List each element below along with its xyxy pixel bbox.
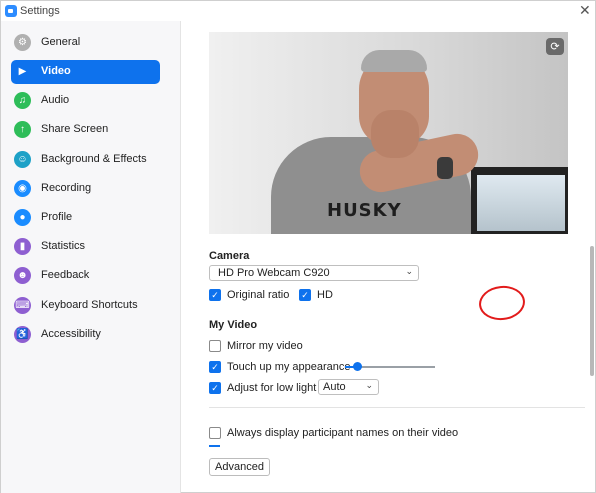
sidebar-item-label: Recording bbox=[41, 182, 92, 194]
hd-checkbox[interactable]: ✓ bbox=[299, 289, 311, 301]
settings-sidebar: ⚙ General ▶ Video ♫ Audio ↑ Share Screen ☺ Backgr… bbox=[1, 21, 181, 493]
sidebar-item-label: Audio bbox=[41, 94, 70, 106]
close-icon[interactable]: ✕ bbox=[579, 2, 591, 19]
sidebar-item-label: Background & Effects bbox=[41, 153, 147, 165]
sidebar-item-label: Profile bbox=[41, 211, 73, 223]
annotation-circle bbox=[477, 283, 527, 323]
monitor-screen bbox=[477, 175, 565, 231]
original-ratio-checkbox[interactable]: ✓ bbox=[209, 289, 221, 301]
touch-up-slider[interactable] bbox=[345, 362, 435, 371]
advanced-button[interactable]: Advanced bbox=[209, 458, 270, 476]
sidebar-item-label: Video bbox=[41, 65, 71, 77]
headphones-icon: ♫ bbox=[14, 92, 31, 109]
sidebar-item-accessibility[interactable]: ♿ Accessibility bbox=[11, 323, 160, 347]
touch-up-checkbox[interactable]: ✓ bbox=[209, 361, 221, 373]
low-light-mode-select[interactable]: Auto ⌄ bbox=[318, 379, 379, 395]
sidebar-item-profile[interactable]: ● Profile bbox=[11, 206, 160, 230]
camera-preview: HUSKY ⟳ bbox=[209, 32, 568, 234]
chevron-down-icon: ⌄ bbox=[405, 266, 413, 276]
record-icon: ◉ bbox=[14, 180, 31, 197]
original-ratio-label: Original ratio bbox=[227, 289, 290, 301]
scrollbar-thumb[interactable] bbox=[590, 246, 594, 376]
accessibility-icon: ♿ bbox=[14, 326, 31, 343]
participant-names-checkbox[interactable] bbox=[209, 427, 221, 439]
hd-label: HD bbox=[317, 289, 333, 301]
gear-icon: ⚙ bbox=[14, 34, 31, 51]
sidebar-item-keyboard-shortcuts[interactable]: ⌨ Keyboard Shortcuts bbox=[11, 294, 160, 318]
shirt-print: HUSKY bbox=[327, 200, 402, 221]
camera-section-title: Camera bbox=[209, 250, 250, 262]
my-video-section-title: My Video bbox=[209, 319, 258, 331]
sidebar-item-share-screen[interactable]: ↑ Share Screen bbox=[11, 118, 160, 142]
sidebar-item-label: Share Screen bbox=[41, 123, 109, 135]
low-light-label: Adjust for low light bbox=[227, 382, 317, 394]
statistics-icon: ▮ bbox=[14, 238, 31, 255]
sidebar-item-label: Feedback bbox=[41, 269, 90, 281]
person-hand bbox=[371, 110, 419, 158]
sidebar-item-audio[interactable]: ♫ Audio bbox=[11, 89, 160, 113]
sidebar-item-background-effects[interactable]: ☺ Background & Effects bbox=[11, 148, 160, 172]
content-scrollbar[interactable] bbox=[589, 21, 595, 493]
sidebar-item-label: Statistics bbox=[41, 240, 86, 252]
sidebar-item-statistics[interactable]: ▮ Statistics bbox=[11, 235, 160, 259]
participant-names-label: Always display participant names on thei… bbox=[227, 427, 459, 439]
mirror-video-label: Mirror my video bbox=[227, 340, 303, 352]
video-camera-icon: ▶ bbox=[18, 65, 27, 77]
feedback-icon: ☻ bbox=[14, 267, 31, 284]
sidebar-item-recording[interactable]: ◉ Recording bbox=[11, 177, 160, 201]
partial-option-indicator bbox=[209, 445, 220, 447]
sidebar-item-label: Keyboard Shortcuts bbox=[41, 299, 138, 311]
mirror-video-checkbox[interactable] bbox=[209, 340, 221, 352]
chevron-down-icon: ⌄ bbox=[365, 380, 373, 390]
title-bar: Settings ✕ bbox=[1, 1, 595, 21]
sidebar-item-video[interactable]: ▶ Video bbox=[11, 60, 160, 84]
profile-icon: ● bbox=[14, 209, 31, 226]
touch-up-slider-thumb[interactable] bbox=[352, 362, 362, 371]
window-title: Settings bbox=[20, 5, 60, 17]
video-settings-panel: HUSKY ⟳ Camera HD Pro Webcam C920 ⌄ ✓ Or… bbox=[182, 21, 587, 493]
low-light-mode-value: Auto bbox=[323, 381, 346, 393]
share-screen-icon: ↑ bbox=[14, 121, 31, 138]
low-light-checkbox[interactable]: ✓ bbox=[209, 382, 221, 394]
sidebar-item-general[interactable]: ⚙ General bbox=[11, 31, 160, 55]
camera-device-value: HD Pro Webcam C920 bbox=[218, 267, 330, 279]
person-background-icon: ☺ bbox=[14, 151, 31, 168]
touch-up-label: Touch up my appearance bbox=[227, 361, 351, 373]
settings-window: Settings ✕ ⚙ General ▶ Video ♫ Audio ↑ Share Sc… bbox=[0, 0, 596, 493]
section-divider bbox=[209, 407, 585, 408]
wrist-watch bbox=[437, 157, 453, 179]
rotate-camera-icon[interactable]: ⟳ bbox=[546, 38, 564, 55]
background-monitor bbox=[471, 167, 568, 234]
camera-device-select[interactable]: HD Pro Webcam C920 ⌄ bbox=[209, 265, 419, 281]
sidebar-item-label: Accessibility bbox=[41, 328, 101, 340]
sidebar-item-feedback[interactable]: ☻ Feedback bbox=[11, 264, 160, 288]
zoom-app-icon bbox=[5, 5, 17, 17]
person-hair bbox=[361, 50, 427, 72]
sidebar-item-label: General bbox=[41, 36, 81, 48]
keyboard-icon: ⌨ bbox=[14, 297, 31, 314]
